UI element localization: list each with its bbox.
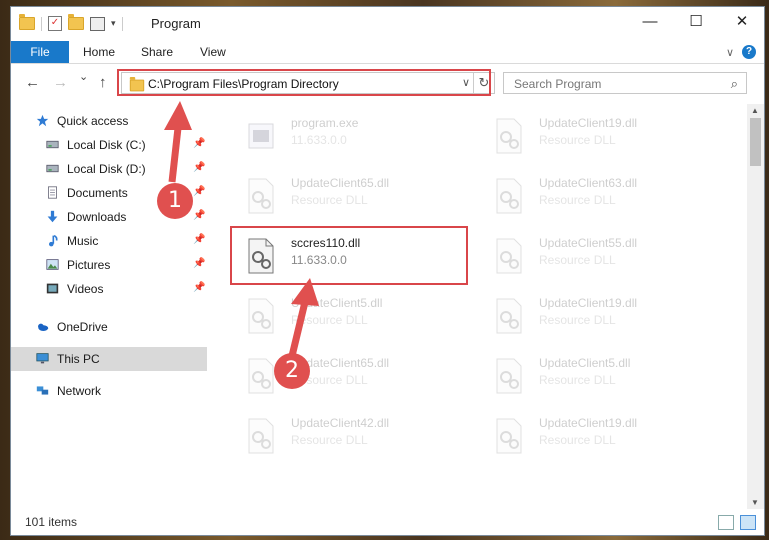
step-2-badge: 2	[274, 353, 310, 389]
arrow-2	[288, 278, 319, 357]
annotation-arrows	[164, 101, 319, 357]
arrow-1	[164, 101, 192, 183]
step-1-badge: 1	[157, 183, 193, 219]
